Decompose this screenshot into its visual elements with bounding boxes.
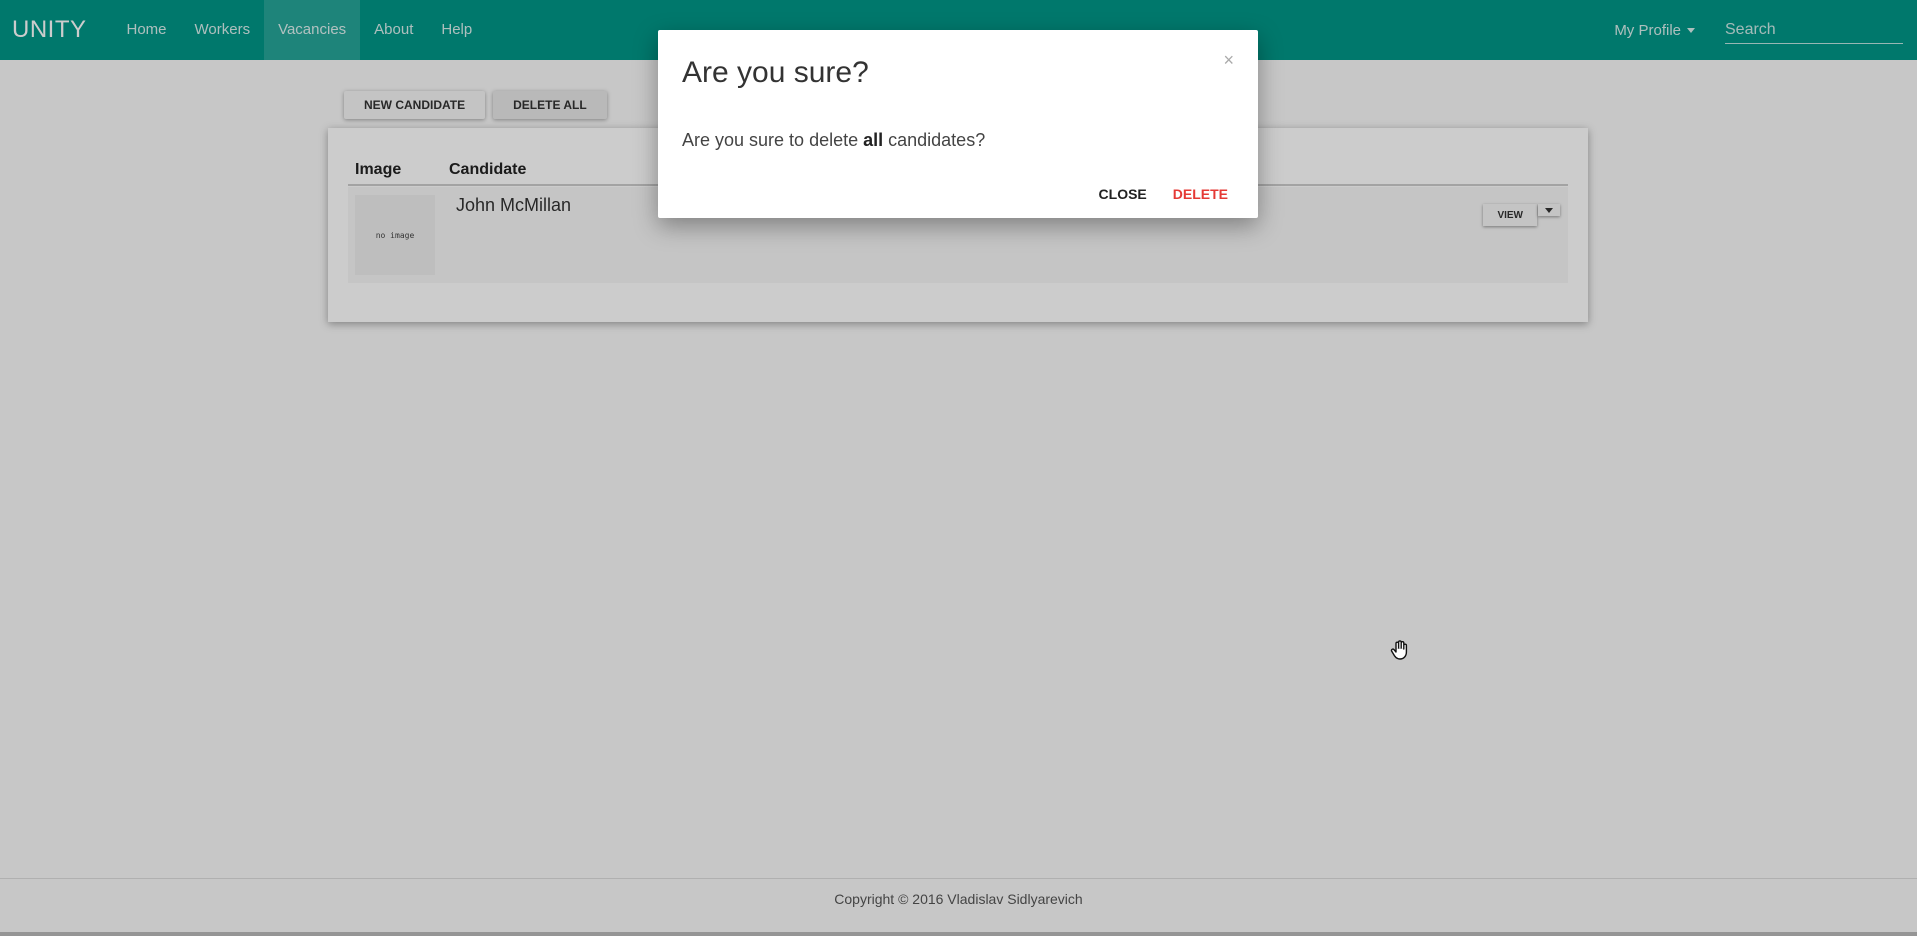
confirm-delete-modal: × Are you sure? Are you sure to delete a… [658, 30, 1258, 218]
close-button[interactable]: CLOSE [1091, 182, 1155, 206]
hand-cursor-icon [1390, 640, 1408, 660]
modal-body: Are you sure to delete all candidates? [682, 130, 985, 151]
modal-footer: CLOSE DELETE [1091, 182, 1236, 206]
modal-title: Are you sure? [682, 56, 869, 89]
modal-body-prefix: Are you sure to delete [682, 130, 864, 150]
close-icon[interactable]: × [1223, 50, 1234, 71]
delete-button[interactable]: DELETE [1165, 182, 1236, 206]
modal-body-bold: all [863, 130, 884, 150]
modal-body-suffix: candidates? [883, 130, 986, 150]
